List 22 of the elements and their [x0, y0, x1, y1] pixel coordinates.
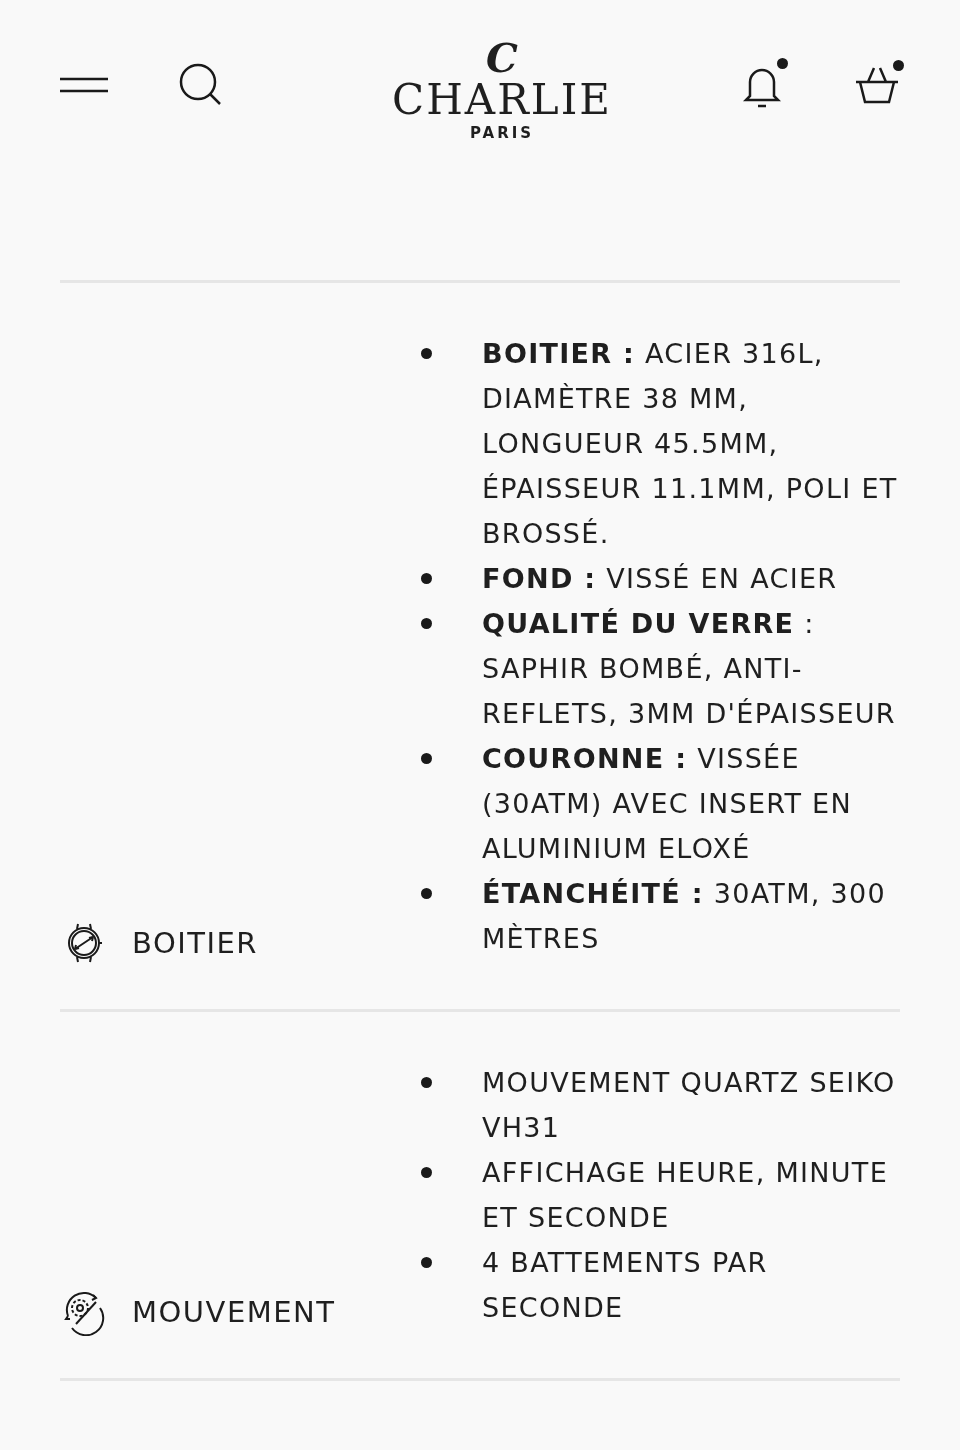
section-title: MOUVEMENT — [132, 1297, 336, 1327]
spec-item: MOUVEMENT QUARTZ SEIKO VH31 — [482, 1066, 897, 1145]
bullet-icon — [421, 1077, 432, 1088]
bullet-icon — [421, 573, 432, 584]
logo-mark: C — [486, 37, 518, 78]
spec-item: AFFICHAGE HEURE, MINUTE ET SECONDE — [482, 1156, 889, 1235]
bullet-icon — [421, 753, 432, 764]
spec-item: ÉTANCHÉITÉ : 30ATM, 300 MÈTRES — [482, 877, 887, 956]
logo-subtitle: PARIS — [469, 122, 535, 144]
bullet-icon — [421, 888, 432, 899]
spec-item: COURONNE : VISSÉE (30ATM) AVEC INSERT EN ALUMINIUM ELOXÉ — [482, 742, 853, 866]
bullet-icon — [421, 348, 432, 359]
spec-item: FOND : VISSÉ EN ACIER — [482, 562, 838, 596]
logo-text: CHARLIE — [392, 77, 612, 122]
spec-item: BOITIER : ACIER 316L, DIAMÈTRE 38 MM, LONGUEUR 45.5MM, ÉPAISSEUR 11.1MM, POLI ET BROSSÉ. — [482, 337, 899, 551]
spec-item: QUALITÉ DU VERRE : SAPHIR BOMBÉ, ANTI-REFLETS, 3MM D'ÉPAISSEUR — [482, 607, 897, 731]
bullet-icon — [421, 1257, 432, 1268]
menu-icon[interactable] — [60, 75, 108, 95]
section-title: BOITIER — [132, 928, 258, 958]
bullet-icon — [421, 618, 432, 629]
spec-item: 4 BATTEMENTS PAR SECONDE — [482, 1246, 769, 1325]
bullet-icon — [421, 1167, 432, 1178]
